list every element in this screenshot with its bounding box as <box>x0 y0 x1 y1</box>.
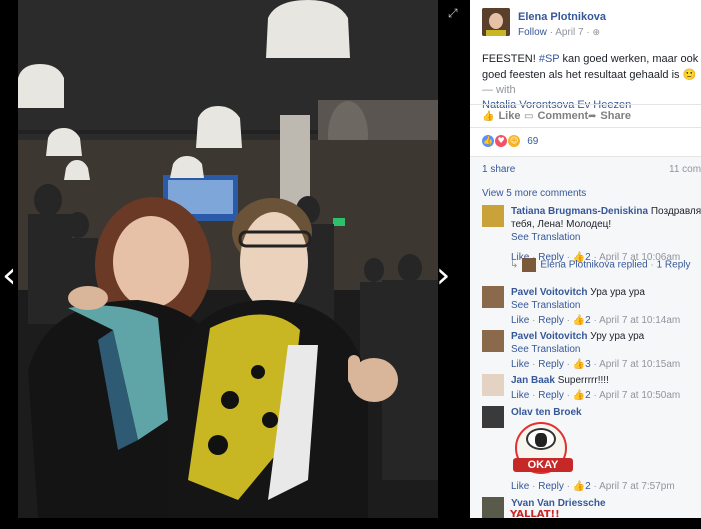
party-photo-illustration <box>18 0 438 518</box>
comment-like-count[interactable]: 👍3 <box>573 359 591 370</box>
like-label: Like <box>498 110 521 122</box>
photo-viewer: ‹ › ⤢ Elena Plotnikova Follow · April 7 … <box>0 0 701 529</box>
haha-reaction-icon: ☺ <box>508 135 521 148</box>
reply-summary[interactable]: ↳ Elena Plotnikova replied · 1 Reply <box>510 258 691 272</box>
comment-time[interactable]: April 7 at 10:50am <box>599 390 680 401</box>
avatar-image <box>482 8 510 36</box>
comments-count[interactable]: 11 comm <box>669 164 701 175</box>
commenter-name[interactable]: Olav ten Broek <box>511 407 582 418</box>
like-reaction-icon: 👍 <box>482 135 494 148</box>
like-count-value: 2 <box>585 390 591 401</box>
okay-sticker: OKAY <box>513 422 573 474</box>
author-name[interactable]: Elena Plotnikova <box>518 11 606 23</box>
commenter-name[interactable]: Jan Baak <box>511 375 555 386</box>
post-text-with: — with <box>482 84 516 96</box>
reactions-summary[interactable]: 👍 ♥ ☺ 69 <box>482 135 538 151</box>
thumbs-up-icon: 👍 <box>482 111 495 122</box>
thumbs-up-icon: 👍 <box>572 315 586 326</box>
comment-meta: Like · Reply · 👍3 · April 7 at 10:15am <box>511 359 681 370</box>
reaction-count[interactable]: 69 <box>527 136 538 147</box>
commenter-avatar[interactable] <box>482 497 504 518</box>
see-translation-link[interactable]: See Translation <box>511 231 701 244</box>
reply-text: replied <box>617 259 648 271</box>
comment-meta: Like · Reply · 👍2 · April 7 at 10:14am <box>511 315 681 326</box>
reply-arrow-icon: ↳ <box>510 259 519 271</box>
post-actions-bar: 👍 Like ▭ Comment ➦ Share <box>470 104 701 128</box>
comment-like-count[interactable]: 👍2 <box>573 481 591 492</box>
reply-author-avatar <box>522 258 537 272</box>
comment-like-link[interactable]: Like <box>511 481 529 492</box>
comment-reply-link[interactable]: Reply <box>538 315 564 326</box>
comment-button[interactable]: ▭ Comment <box>524 110 588 122</box>
comment-meta: Like · Reply · 👍2 · April 7 at 7:57pm <box>511 481 675 492</box>
love-reaction-icon: ♥ <box>495 135 508 148</box>
comment-time[interactable]: April 7 at 10:15am <box>599 359 680 370</box>
smile-emoji-icon: 🙂 <box>682 68 697 81</box>
comment-text: Superrrrr!!!! <box>557 375 609 386</box>
see-translation-link[interactable]: See Translation <box>511 343 701 356</box>
post-text-start: FEESTEN! <box>482 53 539 65</box>
post-photo[interactable] <box>18 0 438 518</box>
next-photo-button[interactable]: › <box>436 258 450 294</box>
commenter-avatar[interactable] <box>482 330 504 352</box>
thumbs-up-icon: 👍 <box>572 359 586 370</box>
share-button[interactable]: ➦ Share <box>588 110 631 122</box>
shares-count[interactable]: 1 share <box>482 164 515 175</box>
like-count-value: 3 <box>585 359 591 370</box>
comment-reply-link[interactable]: Reply <box>538 481 564 492</box>
comment-text: Уру ура ура <box>590 331 645 342</box>
previous-photo-button[interactable]: ‹ <box>2 258 16 294</box>
sticker-label: OKAY <box>513 458 573 472</box>
like-count-value: 2 <box>585 481 591 492</box>
comment-label: Comment <box>537 110 589 122</box>
thumbs-up-icon: 👍 <box>572 390 586 401</box>
commenter-avatar[interactable] <box>482 374 504 396</box>
comment-time[interactable]: April 7 at 10:14am <box>599 315 680 326</box>
sheep-icon <box>526 428 556 450</box>
commenter-avatar[interactable] <box>482 406 504 428</box>
thumbs-up-icon: 👍 <box>572 481 586 492</box>
comment-like-link[interactable]: Like <box>511 390 529 401</box>
comment-like-link[interactable]: Like <box>511 359 529 370</box>
reply-count[interactable]: 1 Reply <box>657 260 691 271</box>
author-avatar[interactable] <box>482 8 510 36</box>
post-subline: Follow · April 7 · ⊕ <box>518 27 600 38</box>
share-label: Share <box>600 110 631 122</box>
commenter-name[interactable]: Yvan Van Driessche <box>511 498 606 509</box>
share-arrow-icon: ➦ <box>588 111 597 122</box>
post-header: Elena Plotnikova Follow · April 7 · ⊕ <box>470 0 701 46</box>
like-button[interactable]: 👍 Like <box>482 110 520 122</box>
post-side-panel: Elena Plotnikova Follow · April 7 · ⊕ FE… <box>470 0 701 518</box>
commenter-avatar[interactable] <box>482 205 504 227</box>
commenter-avatar[interactable] <box>482 286 504 308</box>
comment-like-count[interactable]: 👍2 <box>573 390 591 401</box>
comment-reply-link[interactable]: Reply <box>538 359 564 370</box>
comment-like-count[interactable]: 👍2 <box>573 315 591 326</box>
commenter-name[interactable]: Pavel Voitovitch <box>511 287 588 298</box>
post-date[interactable]: April 7 <box>555 27 583 38</box>
comment-meta: Like · Reply · 👍2 · April 7 at 10:50am <box>511 390 681 401</box>
see-translation-link[interactable]: See Translation <box>511 299 701 312</box>
reply-author-name[interactable]: Elena Plotnikova <box>540 260 615 271</box>
comment-icon: ▭ <box>524 111 534 122</box>
comment-text: Ура ура ура <box>590 287 645 298</box>
fullscreen-icon[interactable]: ⤢ <box>448 6 458 21</box>
comment-like-link[interactable]: Like <box>511 315 529 326</box>
commenter-name[interactable]: Tatiana Brugmans-Deniskina <box>511 206 648 217</box>
like-count-value: 2 <box>585 315 591 326</box>
view-more-comments-link[interactable]: View 5 more comments <box>482 188 586 199</box>
globe-icon: ⊕ <box>592 28 601 38</box>
hashtag-link[interactable]: #SP <box>539 53 560 65</box>
sticker-label: YALLAT!! <box>510 509 560 518</box>
follow-link[interactable]: Follow <box>518 27 547 38</box>
comment-reply-link[interactable]: Reply <box>538 390 564 401</box>
comment-time[interactable]: April 7 at 7:57pm <box>599 481 675 492</box>
commenter-name[interactable]: Pavel Voitovitch <box>511 331 588 342</box>
